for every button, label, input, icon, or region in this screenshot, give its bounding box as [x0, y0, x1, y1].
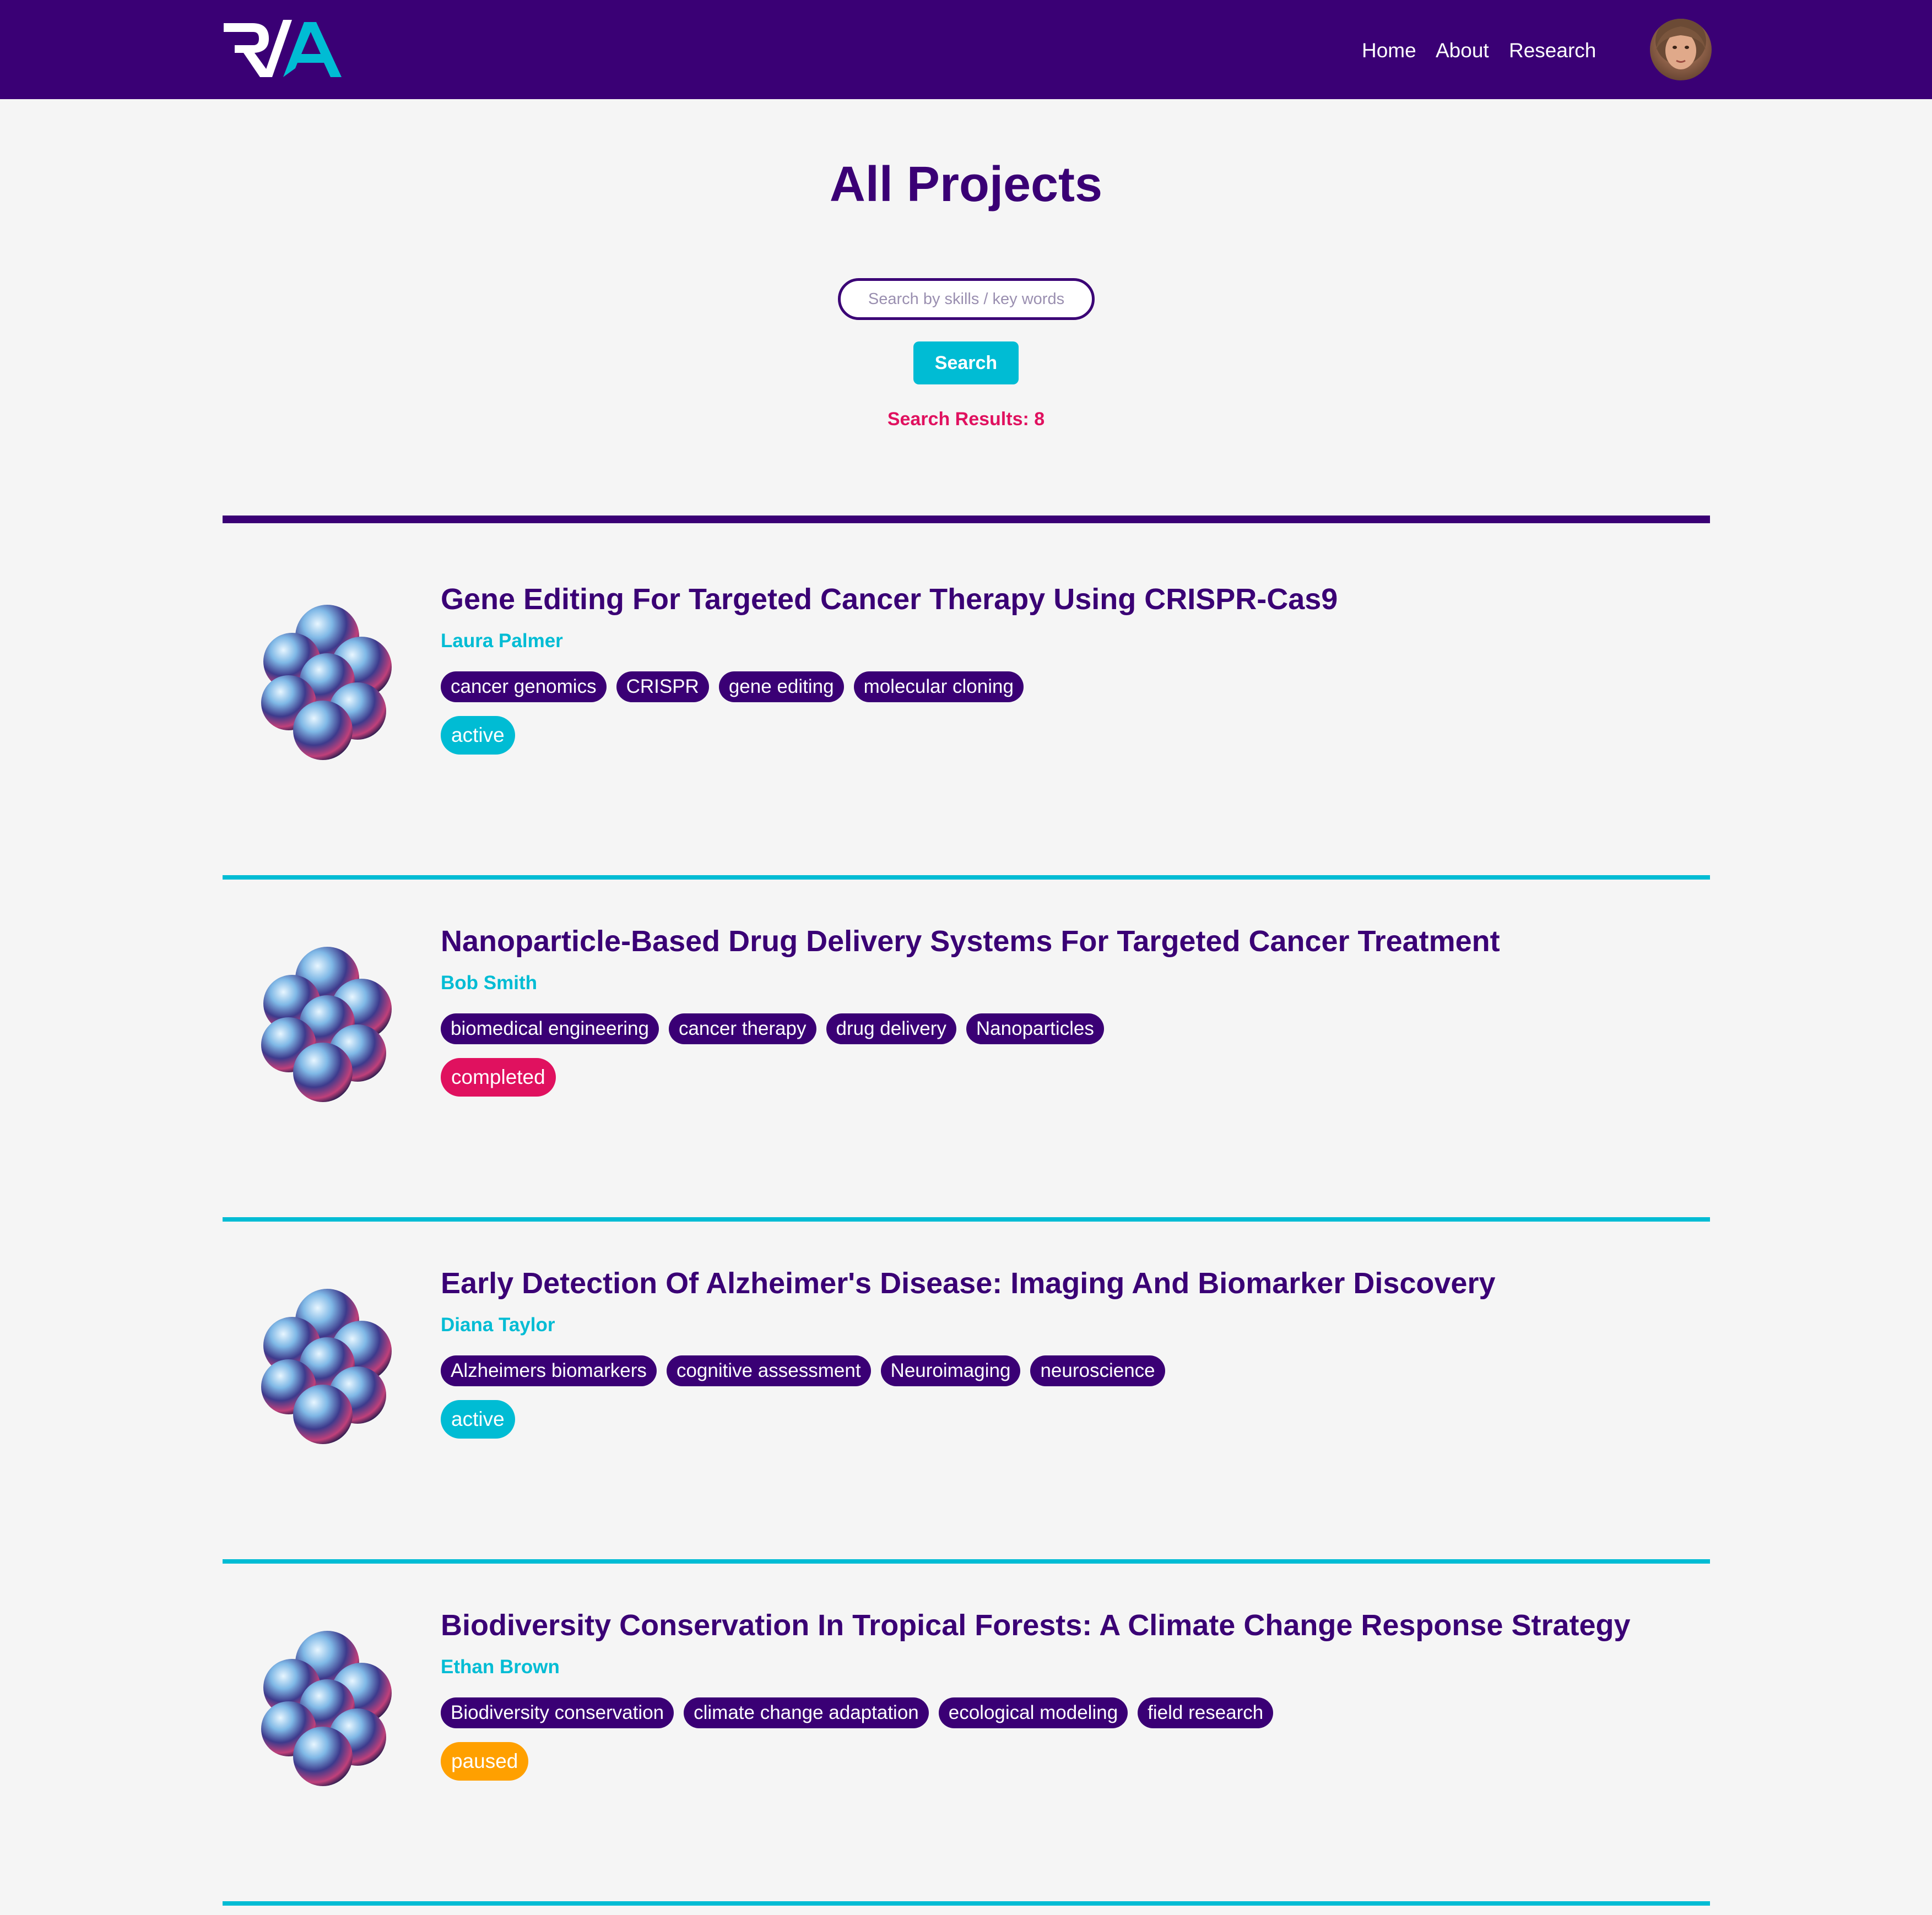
project-divider	[223, 1901, 1710, 1906]
molecule-sphere	[293, 701, 353, 760]
project-title[interactable]: Biodiversity Conservation In Tropical Fo…	[441, 1608, 1631, 1643]
user-avatar[interactable]	[1650, 19, 1712, 80]
skill-tag[interactable]: biomedical engineering	[441, 1013, 659, 1044]
search-results-count: Search Results: 8	[0, 409, 1932, 430]
project-tags: cancer genomics CRISPR gene editing molecul…	[441, 671, 1024, 703]
project-tags: Alzheimers biomarkers cognitive assessmen…	[441, 1355, 1165, 1387]
project-tags: biomedical engineering cancer therapy drug…	[441, 1013, 1104, 1045]
skill-tag[interactable]: CRISPR	[616, 671, 709, 702]
top-navigation-bar: Home About Research	[0, 0, 1932, 99]
skill-tag[interactable]: gene editing	[718, 671, 844, 702]
search-results-label: Search Results:	[887, 409, 1029, 430]
project-card: Biodiversity Conservation In Tropical Fo…	[223, 1564, 1710, 1906]
nav-home-link[interactable]: Home	[1362, 39, 1416, 62]
nav-research-link[interactable]: Research	[1509, 39, 1596, 62]
skill-tag[interactable]: molecular cloning	[853, 671, 1024, 702]
main-nav-research: Research	[1509, 36, 1596, 65]
skill-tag[interactable]: neuroscience	[1030, 1355, 1165, 1386]
project-title[interactable]: Gene Editing For Targeted Cancer Therapy…	[441, 582, 1338, 617]
skill-tag[interactable]: climate change adaptation	[684, 1697, 929, 1728]
skill-tag[interactable]: Alzheimers biomarkers	[441, 1355, 657, 1386]
project-author[interactable]: Bob Smith	[441, 972, 537, 994]
project-thumbnail-molecule-image[interactable]	[245, 598, 404, 763]
project-divider	[223, 875, 1710, 880]
skill-tag[interactable]: Biodiversity conservation	[441, 1697, 674, 1728]
main-nav-about: About	[1436, 36, 1489, 65]
search-input[interactable]	[838, 278, 1095, 320]
project-status-badge: completed	[441, 1058, 556, 1097]
project-title[interactable]: Nanoparticle-Based Drug Delivery Systems…	[441, 924, 1500, 959]
project-thumbnail-molecule-image[interactable]	[245, 940, 404, 1105]
project-thumbnail-molecule-image[interactable]	[245, 1282, 404, 1447]
nav-about-link[interactable]: About	[1436, 39, 1489, 62]
skill-tag[interactable]: cancer genomics	[441, 671, 607, 702]
project-status-badge: paused	[441, 1742, 529, 1781]
project-author[interactable]: Diana Taylor	[441, 1314, 555, 1336]
project-status-badge: active	[441, 716, 515, 755]
molecule-sphere	[293, 1385, 353, 1444]
project-card: Early Detection Of Alzheimer's Disease: …	[223, 1222, 1710, 1564]
page-title: All Projects	[829, 157, 1103, 212]
search-button[interactable]: Search	[913, 341, 1019, 384]
user-avatar-image	[1650, 19, 1712, 80]
project-status-badge: active	[441, 1400, 515, 1439]
site-logo[interactable]	[221, 17, 349, 80]
project-author[interactable]: Laura Palmer	[441, 630, 563, 652]
project-thumbnail-molecule-image[interactable]	[245, 1624, 404, 1789]
skill-tag[interactable]: Neuroimaging	[880, 1355, 1021, 1386]
skill-tag[interactable]: cancer therapy	[668, 1013, 816, 1044]
results-divider	[223, 516, 1710, 523]
project-card: Gene Editing For Targeted Cancer Therapy…	[223, 538, 1710, 880]
search-results-number: 8	[1034, 409, 1045, 430]
molecule-sphere	[293, 1043, 353, 1102]
project-card: Nanoparticle-Based Drug Delivery Systems…	[223, 880, 1710, 1222]
project-title[interactable]: Early Detection Of Alzheimer's Disease: …	[441, 1266, 1496, 1301]
skill-tag[interactable]: cognitive assessment	[666, 1355, 871, 1386]
project-tags: Biodiversity conservation climate change …	[441, 1697, 1274, 1729]
project-author[interactable]: Ethan Brown	[441, 1656, 560, 1678]
molecule-sphere	[293, 1727, 353, 1786]
project-divider	[223, 1559, 1710, 1564]
main-nav: Home	[1362, 36, 1416, 65]
skill-tag[interactable]: drug delivery	[826, 1013, 956, 1044]
skill-tag[interactable]: ecological modeling	[938, 1697, 1128, 1728]
skill-tag[interactable]: field research	[1138, 1697, 1274, 1728]
skill-tag[interactable]: Nanoparticles	[966, 1013, 1104, 1044]
project-divider	[223, 1217, 1710, 1222]
